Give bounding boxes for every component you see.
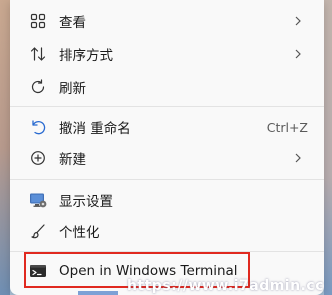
chevron-right-icon — [292, 48, 304, 60]
menu-separator — [10, 251, 324, 252]
display-settings-icon — [28, 190, 48, 210]
menu-item-label: 排序方式 — [59, 48, 113, 64]
refresh-icon — [28, 77, 48, 97]
menu-item-label: 查看 — [59, 15, 86, 31]
chevron-right-icon — [292, 152, 304, 164]
sort-icon — [28, 44, 48, 64]
view-grid-icon — [28, 11, 48, 31]
desktop-background-right — [324, 0, 332, 295]
menu-separator — [10, 106, 324, 107]
taskbar-edge — [78, 291, 118, 295]
personalize-brush-icon — [28, 221, 48, 241]
menu-item-label: 刷新 — [59, 81, 86, 97]
desktop-background-left — [0, 0, 10, 295]
menu-item-label: 撤消 重命名 — [59, 121, 131, 137]
terminal-icon — [28, 261, 48, 281]
menu-separator — [10, 179, 324, 180]
menu-item-refresh[interactable]: 刷新 — [14, 70, 320, 104]
watermark-text: https://www.i7admin.cc — [126, 278, 324, 294]
shortcut-text: Ctrl+Z — [266, 119, 308, 135]
new-plus-icon — [28, 148, 48, 168]
menu-item-view[interactable]: 查看 — [14, 4, 320, 38]
menu-item-label: 显示设置 — [59, 194, 113, 210]
chevron-right-icon — [292, 15, 304, 27]
undo-icon — [28, 117, 48, 137]
desktop-context-menu: 查看 排序方式 刷新 撤消 重命名 Ctrl+Z 新建 显示设置 个性化 Ope… — [10, 0, 324, 295]
menu-item-undo-rename[interactable]: 撤消 重命名 Ctrl+Z — [14, 110, 320, 144]
menu-item-label: 个性化 — [59, 225, 100, 241]
menu-item-sort-by[interactable]: 排序方式 — [14, 37, 320, 71]
menu-item-label: Open in Windows Terminal — [59, 263, 238, 279]
menu-item-display-settings[interactable]: 显示设置 — [14, 183, 320, 217]
menu-item-new[interactable]: 新建 — [14, 141, 320, 175]
menu-item-personalize[interactable]: 个性化 — [14, 214, 320, 248]
menu-item-label: 新建 — [59, 152, 86, 168]
